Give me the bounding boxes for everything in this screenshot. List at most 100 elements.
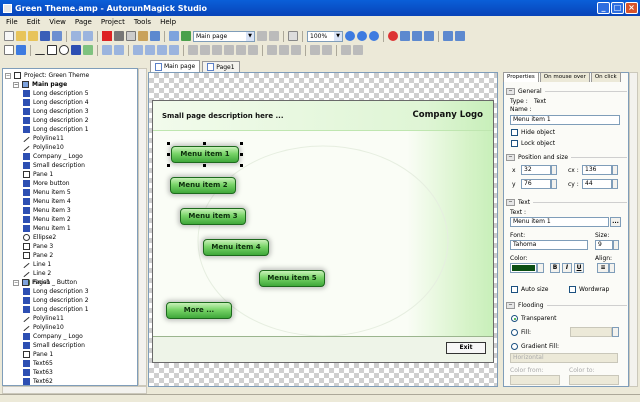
tree-item[interactable]: Text65 — [23, 359, 53, 368]
section-text[interactable]: − Text — [506, 198, 627, 206]
undo-icon[interactable] — [71, 31, 81, 41]
delete-icon[interactable] — [102, 31, 112, 41]
y-spin-icon[interactable] — [551, 179, 557, 189]
text-tool-icon[interactable] — [71, 45, 81, 55]
tree-item[interactable]: Long description 4 — [23, 98, 89, 107]
tree-item[interactable]: Menu item 3 — [23, 206, 71, 215]
small-description[interactable]: Small page description here ... — [162, 112, 283, 120]
add-page-icon[interactable] — [257, 31, 267, 41]
selection-handle[interactable] — [203, 164, 206, 167]
collapse-icon[interactable]: − — [5, 72, 11, 79]
zoom-tool-icon[interactable] — [16, 45, 26, 55]
company-logo[interactable]: Company Logo — [413, 110, 484, 120]
size-field[interactable]: 9 — [595, 240, 613, 250]
line-tool-icon[interactable] — [35, 45, 45, 55]
tab-main-page[interactable]: Main page — [150, 60, 201, 72]
color-to-select[interactable] — [569, 375, 619, 385]
tree-item[interactable]: Long description 1 — [23, 125, 89, 134]
align-left-icon[interactable] — [188, 45, 198, 55]
fill-color-select[interactable] — [570, 327, 612, 337]
grid-icon[interactable] — [288, 31, 298, 41]
collapse-icon[interactable]: − — [506, 87, 515, 95]
align-top-icon[interactable] — [224, 45, 234, 55]
tree-item[interactable]: Long description 2 — [23, 116, 89, 125]
bold-button[interactable]: B — [550, 263, 560, 273]
fill-radio[interactable] — [511, 329, 518, 336]
underline-button[interactable]: U — [574, 263, 584, 273]
forward-icon[interactable] — [157, 45, 167, 55]
copy-icon[interactable] — [126, 31, 136, 41]
menu-project[interactable]: Project — [101, 18, 125, 26]
tree-item[interactable]: Polyline11 — [23, 134, 64, 143]
tree-item[interactable]: Long description 5 — [23, 89, 89, 98]
same-size-icon[interactable] — [291, 45, 301, 55]
build-icon[interactable] — [400, 31, 410, 41]
section-position-size[interactable]: − Position and size — [506, 153, 627, 161]
cx-spin-icon[interactable] — [612, 165, 618, 175]
section-general[interactable]: − General — [506, 87, 627, 95]
align-bottom-icon[interactable] — [248, 45, 258, 55]
collapse-icon[interactable]: − — [13, 81, 19, 88]
button-tool-icon[interactable] — [83, 45, 93, 55]
save-icon[interactable] — [40, 31, 50, 41]
menu-item-1[interactable]: Menu item 1 — [171, 146, 239, 163]
close-button[interactable]: × — [625, 2, 638, 14]
tree-item[interactable]: Polyline11 — [23, 314, 64, 323]
more-button[interactable]: More ... — [166, 302, 232, 319]
tree-item[interactable]: Long description 3 — [23, 287, 89, 296]
y-field[interactable]: 76 — [521, 179, 551, 189]
page-preview[interactable]: Small page description here ... Company … — [152, 100, 494, 363]
tree-root[interactable]: − Project: Green Theme — [5, 71, 89, 80]
tree-item[interactable]: Menu item 5 — [23, 188, 71, 197]
image-tool-icon[interactable] — [102, 45, 112, 55]
cx-field[interactable]: 136 — [582, 165, 612, 175]
exit-button[interactable]: Exit — [446, 342, 486, 354]
properties-vertical-scrollbar[interactable] — [629, 72, 638, 387]
tab-properties[interactable]: Properties — [503, 72, 539, 82]
tree-item[interactable]: Menu item 1 — [23, 224, 71, 233]
polyline-tool-icon[interactable] — [114, 45, 124, 55]
page-select[interactable]: Main page ▼ — [193, 30, 255, 42]
redo-icon[interactable] — [83, 31, 93, 41]
zoom-out-icon[interactable] — [357, 31, 367, 41]
x-spin-icon[interactable] — [551, 165, 557, 175]
tree-item[interactable]: Polyline10 — [23, 323, 64, 332]
same-height-icon[interactable] — [279, 45, 289, 55]
tree-item[interactable]: Menu item 4 — [23, 197, 71, 206]
menu-item-2[interactable]: Menu item 2 — [170, 177, 236, 194]
layout-icon[interactable] — [443, 31, 453, 41]
tree-item[interactable]: Menu item 2 — [23, 215, 71, 224]
menu-page[interactable]: Page — [75, 18, 92, 26]
tree-item[interactable]: Ellipse2 — [23, 233, 56, 242]
open-icon[interactable] — [16, 31, 26, 41]
text-color-swatch[interactable] — [510, 263, 537, 273]
backward-icon[interactable] — [169, 45, 179, 55]
tree-item[interactable]: Line 1 — [23, 260, 51, 269]
collapse-icon[interactable]: − — [506, 301, 515, 309]
tree-item[interactable]: Polyline10 — [23, 143, 64, 152]
tree-page1[interactable]: − Page1 — [13, 278, 50, 287]
menu-help[interactable]: Help — [160, 18, 176, 26]
test-icon[interactable] — [412, 31, 422, 41]
open-folder-icon[interactable] — [28, 31, 38, 41]
section-flooding[interactable]: − Flooding — [506, 301, 627, 309]
zoom-select[interactable]: 100% ▼ — [307, 30, 343, 42]
tree-horizontal-scrollbar[interactable] — [2, 386, 147, 394]
center-vertical-icon[interactable] — [353, 45, 363, 55]
tree-item[interactable]: Small description — [23, 161, 85, 170]
space-horizontal-icon[interactable] — [310, 45, 320, 55]
selection-handle[interactable] — [240, 142, 243, 145]
tree-item[interactable]: Long description 2 — [23, 296, 89, 305]
font-select[interactable]: Tahoma — [510, 240, 588, 250]
tree-item[interactable]: Long description 1 — [23, 305, 89, 314]
tree-item[interactable]: Pane 3 — [23, 242, 53, 251]
tab-page1[interactable]: Page1 — [202, 61, 240, 72]
x-field[interactable]: 32 — [521, 165, 551, 175]
tree-vertical-scrollbar[interactable] — [138, 68, 147, 386]
text-field[interactable]: Menu item 1 — [510, 217, 609, 227]
cy-field[interactable]: 44 — [582, 179, 612, 189]
size-spin-icon[interactable] — [613, 240, 619, 250]
selection-handle[interactable] — [240, 164, 243, 167]
tree-item[interactable]: Long description 3 — [23, 107, 89, 116]
menu-edit[interactable]: Edit — [27, 18, 41, 26]
